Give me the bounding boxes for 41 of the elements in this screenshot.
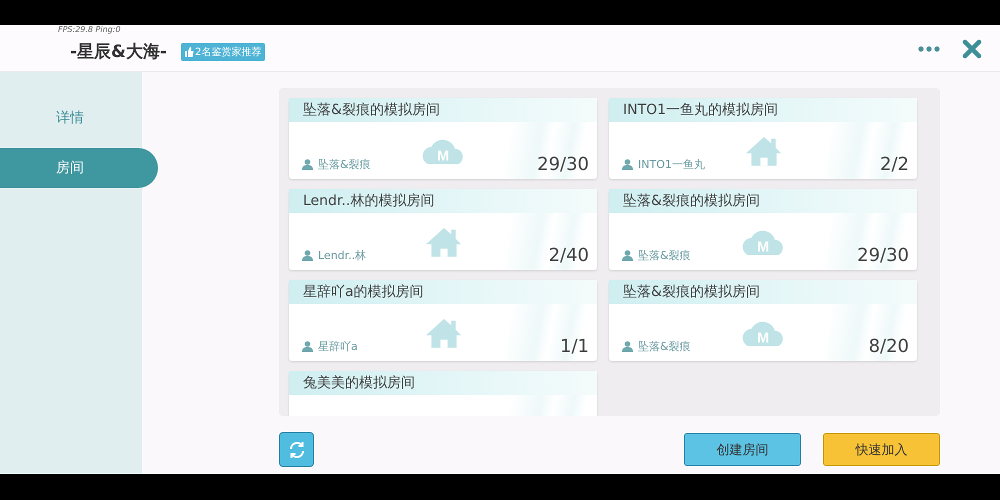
room-name: 兔美美的模拟房间 bbox=[303, 374, 415, 392]
room-card[interactable]: Lendr..林的模拟房间 Lendr..林 2/40 bbox=[289, 189, 597, 270]
user-icon bbox=[302, 159, 313, 170]
user-icon bbox=[622, 250, 633, 261]
room-name: 坠落&裂痕的模拟房间 bbox=[623, 192, 760, 210]
owner-name: 坠落&裂痕 bbox=[318, 157, 371, 172]
owner-name: Lendr..林 bbox=[318, 248, 366, 263]
room-card[interactable]: 坠落&裂痕的模拟房间 M 坠落&裂痕 8/20 bbox=[609, 280, 917, 361]
room-card[interactable]: INTO1一鱼丸的模拟房间 INTO1一鱼丸 2/2 bbox=[609, 98, 917, 179]
room-name: 星辞吖a的模拟房间 bbox=[303, 283, 424, 301]
create-room-button[interactable]: 创建房间 bbox=[684, 433, 801, 466]
recommend-badge: 2名鉴赏家推荐 bbox=[180, 42, 266, 60]
player-count: 1/1 bbox=[560, 336, 589, 357]
user-icon bbox=[302, 341, 313, 352]
player-count: 8/20 bbox=[868, 336, 909, 357]
room-card[interactable]: 坠落&裂痕的模拟房间 M 坠落&裂痕 29/30 bbox=[289, 98, 597, 179]
room-name: 坠落&裂痕的模拟房间 bbox=[303, 101, 440, 119]
user-icon bbox=[622, 341, 633, 352]
player-count: 2/2 bbox=[880, 154, 909, 175]
debug-text: FPS:29.8 Ping:0 bbox=[58, 25, 121, 34]
player-count: 2/40 bbox=[548, 245, 589, 266]
user-icon bbox=[622, 159, 633, 170]
thumbs-up-icon bbox=[184, 46, 194, 56]
room-name: 坠落&裂痕的模拟房间 bbox=[623, 283, 760, 301]
quick-join-button[interactable]: 快速加入 bbox=[823, 433, 940, 466]
owner-name: 星辞吖a bbox=[318, 339, 358, 354]
room-card[interactable]: 兔美美的模拟房间 bbox=[289, 371, 597, 416]
room-name: INTO1一鱼丸的模拟房间 bbox=[623, 101, 778, 119]
close-icon[interactable] bbox=[962, 39, 982, 59]
user-icon bbox=[302, 250, 313, 261]
refresh-button[interactable] bbox=[279, 432, 314, 467]
owner-name: 坠落&裂痕 bbox=[638, 248, 691, 263]
room-title: -星辰&大海- bbox=[70, 41, 167, 63]
room-name: Lendr..林的模拟房间 bbox=[303, 192, 434, 210]
owner-name: 坠落&裂痕 bbox=[638, 339, 691, 354]
player-count: 29/30 bbox=[537, 154, 589, 175]
room-card[interactable]: 坠落&裂痕的模拟房间 M 坠落&裂痕 29/30 bbox=[609, 189, 917, 270]
room-card[interactable]: 星辞吖a的模拟房间 星辞吖a 1/1 bbox=[289, 280, 597, 361]
more-icon[interactable] bbox=[918, 46, 940, 52]
player-count: 29/30 bbox=[857, 245, 909, 266]
owner-name: INTO1一鱼丸 bbox=[638, 157, 705, 172]
